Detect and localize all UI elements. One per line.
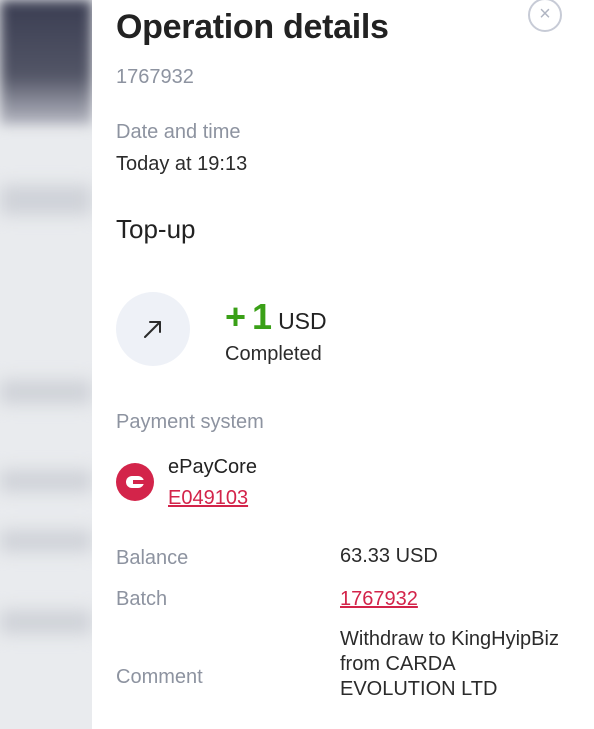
operation-icon-circle <box>116 292 190 366</box>
amount-sign: + <box>225 296 247 337</box>
page-title: Operation details <box>116 8 389 46</box>
blurred-stripe <box>0 530 92 552</box>
close-icon: × <box>539 3 551 25</box>
blurred-stripe <box>0 380 92 404</box>
payment-system-label: Payment system <box>116 411 264 433</box>
amount-value: 1 <box>252 296 273 337</box>
arrow-up-right-icon <box>144 321 161 338</box>
batch-label: Batch <box>116 588 168 610</box>
blurred-stripe <box>0 185 92 215</box>
comment-label: Comment <box>116 666 203 688</box>
blurred-background <box>0 0 92 729</box>
payment-account-link[interactable]: E049103 <box>168 487 248 510</box>
blurred-stripe <box>0 470 92 492</box>
blurred-stripe <box>0 610 92 634</box>
balance-label: Balance <box>116 547 189 569</box>
amount-currency: USD <box>278 308 327 334</box>
comment-value: Withdraw to KingHyipBiz from CARDA EVOLU… <box>340 628 559 700</box>
payment-system-name: ePayCore <box>168 456 257 478</box>
datetime-value: Today at 19:13 <box>116 153 248 175</box>
epaycore-logo-icon <box>116 463 154 501</box>
operation-status: Completed <box>225 343 322 365</box>
balance-value: 63.33 USD <box>340 545 438 567</box>
operation-id: 1767932 <box>116 66 194 88</box>
blurred-header-block <box>0 0 92 125</box>
operation-amount: +1 USD <box>225 296 327 338</box>
operation-details-panel <box>92 0 594 729</box>
batch-link[interactable]: 1767932 <box>340 588 418 611</box>
operation-type: Top-up <box>116 214 196 244</box>
datetime-label: Date and time <box>116 121 241 143</box>
